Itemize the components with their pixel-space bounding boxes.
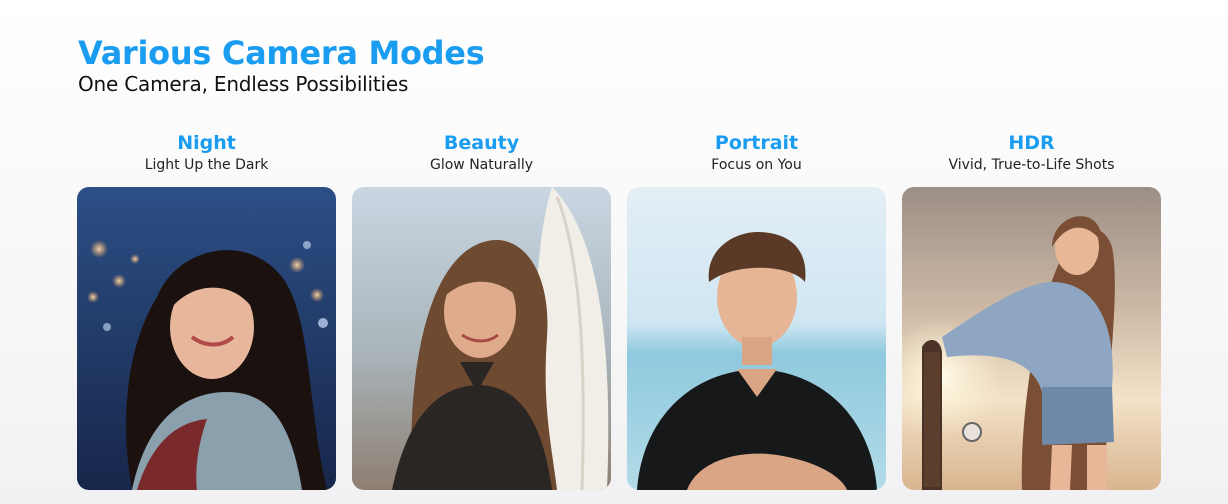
mode-card-hdr: HDR Vivid, True-to-Life Shots [902,132,1161,490]
mode-card-night: Night Light Up the Dark [77,132,336,490]
camera-mode-cards: Night Light Up the Dark Beauty Glow Natu… [77,132,1161,490]
mode-description: Light Up the Dark [144,157,269,173]
woman-night-portrait-icon [77,187,336,490]
mode-card-portrait: Portrait Focus on You [627,132,886,490]
section-header: Various Camera Modes One Camera, Endless… [78,34,485,96]
mode-name: Portrait [714,132,799,154]
mode-name: HDR [1008,132,1055,154]
mode-description: Focus on You [711,157,802,173]
man-beach-portrait-icon [627,187,886,490]
page-title: Various Camera Modes [78,34,485,72]
woman-surfboard-portrait-icon [352,187,611,490]
mode-name: Night [177,132,236,154]
woman-skateboard-sunset-icon [902,187,1161,490]
mode-description: Glow Naturally [429,157,534,173]
mode-card-beauty: Beauty Glow Naturally [352,132,611,490]
page-subtitle: One Camera, Endless Possibilities [78,72,409,96]
mode-name: Beauty [443,132,520,154]
mode-description: Vivid, True-to-Life Shots [948,157,1115,173]
